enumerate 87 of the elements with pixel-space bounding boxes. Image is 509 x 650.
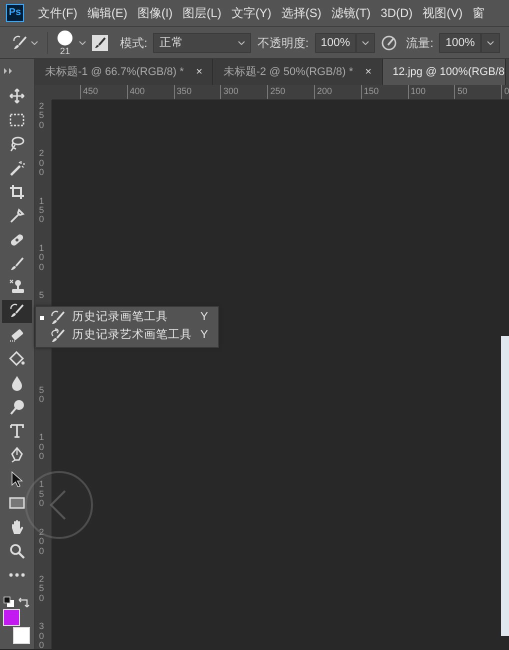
collapse-icon[interactable] <box>4 68 14 74</box>
flyout-menu-item[interactable]: 历史记录艺术画笔工具 Y <box>36 327 218 345</box>
pen-icon <box>9 447 25 464</box>
eyedropper-icon <box>9 208 25 224</box>
caret-icon <box>362 40 370 44</box>
magic-wand-icon <box>9 160 25 176</box>
mode-label: 模式: <box>120 34 148 52</box>
close-tab-button[interactable]: × <box>196 66 202 78</box>
ruler-label: 0 <box>501 85 509 99</box>
eraser-icon <box>9 327 25 344</box>
ruler-label: 150 <box>360 85 379 99</box>
cursor-arrow-icon <box>9 471 25 488</box>
rectangle-icon <box>9 495 25 512</box>
lasso-icon <box>9 136 25 152</box>
brush-panel-icon[interactable] <box>92 34 108 50</box>
ruler-label: 200 <box>314 85 332 99</box>
history-brush-icon <box>9 303 25 320</box>
ruler-label: 300 <box>38 622 45 649</box>
brush-size: 21 <box>60 46 70 56</box>
zoom-icon <box>9 542 25 559</box>
tool-button[interactable] <box>2 300 32 323</box>
ruler-label: 100 <box>38 433 45 462</box>
drop-icon <box>9 375 25 392</box>
flow-field[interactable]: 100% <box>439 32 481 52</box>
flow-label: 流量: <box>406 34 434 52</box>
mode-dropdown[interactable]: 正常 <box>153 32 252 52</box>
history-brush-icon <box>12 34 28 50</box>
swap-colors-icon[interactable] <box>18 596 30 608</box>
ruler-label: 250 <box>38 575 45 604</box>
menu-item[interactable]: 图像(I) <box>137 4 173 22</box>
ruler-label: 250 <box>38 102 45 130</box>
ruler-label: 450 <box>80 85 98 99</box>
flyout-menu-item[interactable]: 历史记录画笔工具 Y <box>36 309 218 327</box>
opacity-dropdown-button[interactable] <box>356 32 376 52</box>
background-color-swatch[interactable] <box>13 627 30 644</box>
menu-item[interactable]: 视图(V) <box>422 4 463 22</box>
menu-item[interactable]: 窗 <box>472 4 485 22</box>
stamp-icon <box>9 279 25 296</box>
document-tab[interactable]: 未标题-1 @ 66.7%(RGB/8) * × <box>35 59 214 85</box>
ruler-label: 250 <box>267 85 286 99</box>
menu-item[interactable]: 图层(L) <box>182 4 222 22</box>
more-icon <box>9 572 25 577</box>
paint-bucket-icon <box>9 351 25 368</box>
ruler-label: 5 <box>38 291 45 301</box>
ruler-label: 350 <box>174 85 192 99</box>
brush-icon <box>9 256 25 272</box>
menu-item[interactable]: 3D(D) <box>380 4 413 22</box>
document-tab[interactable]: 12.jpg @ 100%(RGB/8 <box>382 59 506 85</box>
pressure-icon[interactable] <box>381 34 398 50</box>
caret-icon <box>31 40 38 44</box>
ruler-label: 200 <box>38 528 45 556</box>
opacity-field[interactable]: 100% <box>314 32 356 52</box>
art-history-brush-icon <box>50 328 66 344</box>
ruler-label: 300 <box>220 85 238 99</box>
app-logo[interactable]: Ps <box>6 4 24 22</box>
menu-item[interactable]: 滤镜(T) <box>331 4 371 22</box>
caret-icon <box>79 40 86 44</box>
ruler-label: 200 <box>38 149 45 178</box>
document-tab[interactable]: 未标题-2 @ 50%(RGB/8) * × <box>213 59 383 85</box>
tool-preset-picker[interactable] <box>12 34 38 50</box>
ruler-label: 150 <box>38 480 45 509</box>
menu-item[interactable]: 文件(F) <box>38 4 78 22</box>
caret-icon <box>486 40 494 44</box>
dodge-icon <box>9 399 25 416</box>
ruler-label: 50 <box>454 85 468 99</box>
menu-item[interactable]: 选择(S) <box>281 4 322 22</box>
ruler-label: 50 <box>38 386 45 405</box>
history-brush-icon <box>50 310 66 326</box>
ruler-label: 400 <box>126 85 145 99</box>
brush-preset-picker[interactable]: 21 <box>57 30 86 56</box>
flow-dropdown-button[interactable] <box>480 32 500 52</box>
type-icon <box>9 423 25 440</box>
menu-item[interactable]: 编辑(E) <box>87 4 128 22</box>
opacity-label: 不透明度: <box>257 34 309 52</box>
close-tab-button[interactable]: × <box>365 66 372 78</box>
crop-icon <box>9 184 25 200</box>
foreground-color-swatch[interactable] <box>3 609 20 626</box>
ruler-label: 150 <box>38 196 45 225</box>
caret-icon <box>238 40 246 44</box>
ruler-label: 100 <box>408 85 426 99</box>
menu-item[interactable]: 文字(Y) <box>231 4 272 22</box>
move-icon <box>9 88 25 104</box>
marquee-icon <box>9 112 25 128</box>
default-colors-icon[interactable] <box>3 596 15 608</box>
brush-tip-icon <box>57 30 73 46</box>
ruler-label: 100 <box>38 244 45 272</box>
hand-icon <box>9 518 25 535</box>
